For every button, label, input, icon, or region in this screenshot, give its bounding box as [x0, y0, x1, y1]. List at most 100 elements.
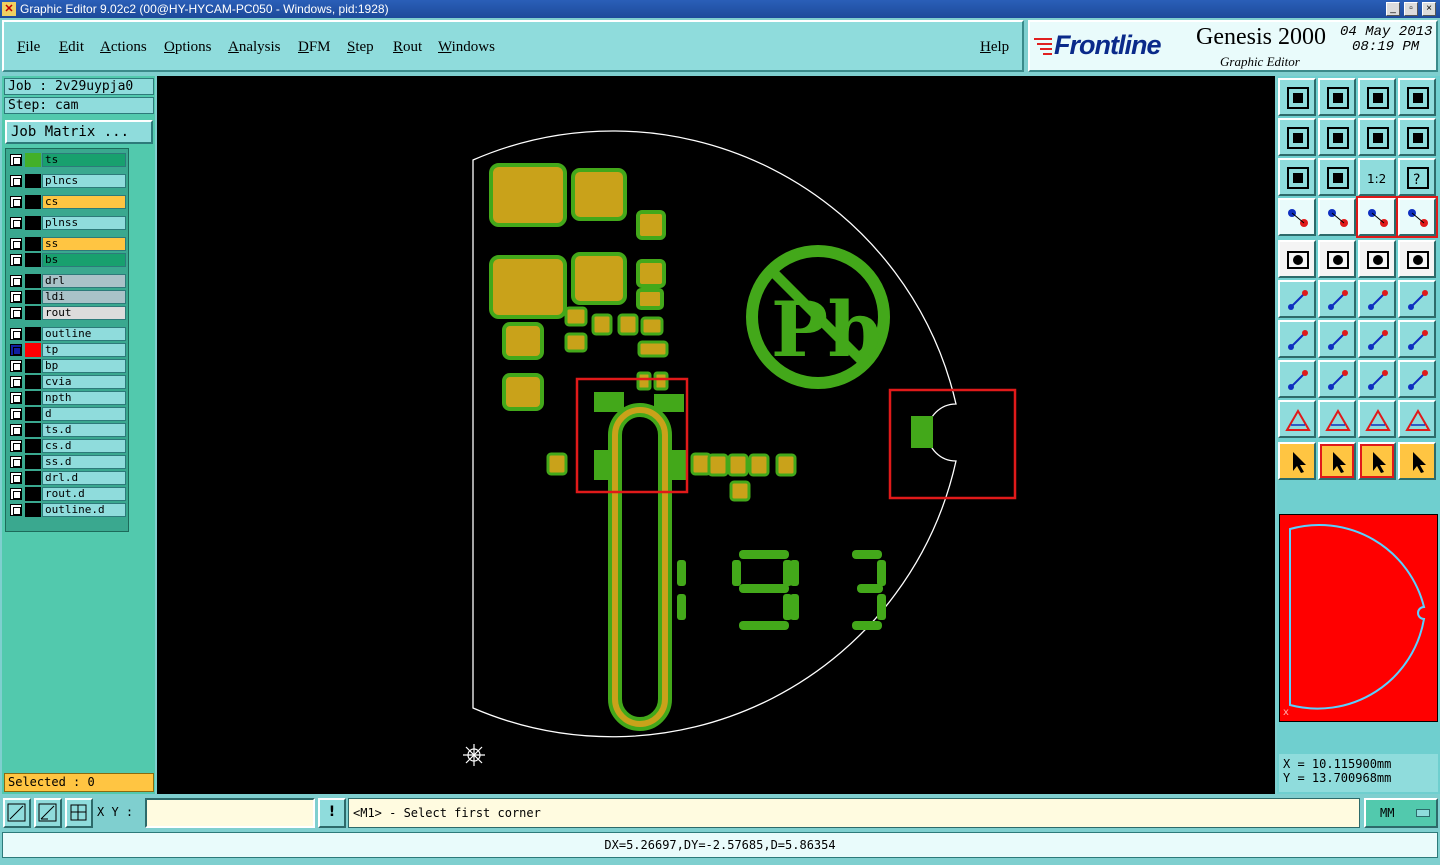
overview-map[interactable]: x — [1279, 514, 1438, 722]
layer-name[interactable]: rout — [42, 306, 126, 320]
layer-row-bp[interactable]: bp — [8, 359, 128, 373]
measure-button[interactable] — [34, 798, 62, 828]
menu-step[interactable]: Step — [347, 39, 374, 56]
layer-checkbox[interactable] — [10, 392, 22, 404]
pointer-net-button[interactable] — [1398, 442, 1436, 480]
snap-button[interactable] — [1318, 198, 1356, 236]
close-button[interactable]: × — [1422, 2, 1436, 16]
stack-button[interactable] — [1398, 360, 1436, 398]
layer-row-rout-d[interactable]: rout.d — [8, 487, 128, 501]
menu-analysis[interactable]: Analysis — [228, 39, 281, 56]
layer-name[interactable]: tp — [42, 343, 126, 357]
layer-checkbox[interactable] — [10, 307, 22, 319]
layer-checkbox[interactable] — [10, 408, 22, 420]
open-job-button[interactable] — [1278, 78, 1316, 116]
layer-checkbox[interactable] — [10, 275, 22, 287]
layer-name[interactable]: ldi — [42, 290, 126, 304]
layer-name[interactable]: cvia — [42, 375, 126, 389]
arch-cross-button[interactable] — [1398, 400, 1436, 438]
layer-checkbox[interactable] — [10, 440, 22, 452]
layer-name[interactable]: outline.d — [42, 503, 126, 517]
zoom-area-button[interactable] — [3, 798, 31, 828]
layer-name[interactable]: cs — [42, 195, 126, 209]
resize-button[interactable] — [1358, 360, 1396, 398]
graphic-canvas[interactable]: Pb — [157, 76, 1275, 794]
menu-file[interactable]: File — [17, 39, 40, 56]
execute-button[interactable]: ! — [318, 798, 346, 828]
pointer-select-button[interactable] — [1358, 442, 1396, 480]
layer-row-outline[interactable]: outline — [8, 327, 128, 341]
net-highlight-button[interactable] — [1396, 196, 1438, 238]
layer-name[interactable]: plnss — [42, 216, 126, 230]
menu-dfm[interactable]: DFM — [298, 39, 331, 56]
layer-row-ss[interactable]: ss — [8, 237, 128, 251]
move-button[interactable] — [1358, 280, 1396, 318]
layer-checkbox[interactable] — [10, 424, 22, 436]
layer-checkbox[interactable] — [10, 291, 22, 303]
line-button[interactable] — [1318, 320, 1356, 358]
menu-edit[interactable]: Edit — [59, 39, 84, 56]
layer-checkbox[interactable] — [10, 344, 22, 356]
layer-name[interactable]: ts — [42, 153, 126, 167]
layer-row-rout[interactable]: rout — [8, 306, 128, 320]
layer-row-cs[interactable]: cs — [8, 195, 128, 209]
layer-name[interactable]: ts.d — [42, 423, 126, 437]
pointer-button[interactable] — [1278, 442, 1316, 480]
layer-checkbox[interactable] — [10, 196, 22, 208]
maximize-button[interactable]: ▫ — [1404, 2, 1418, 16]
menu-windows[interactable]: Windows — [438, 39, 495, 56]
save-button[interactable] — [1318, 78, 1356, 116]
layer-name[interactable]: ss — [42, 237, 126, 251]
layer-name[interactable]: ss.d — [42, 455, 126, 469]
layer-name[interactable]: cs.d — [42, 439, 126, 453]
menu-actions[interactable]: Actions — [100, 39, 147, 56]
layer-checkbox[interactable] — [10, 504, 22, 516]
layer-checkbox[interactable] — [10, 472, 22, 484]
arc-button[interactable] — [1358, 320, 1396, 358]
next-step-button[interactable] — [1318, 118, 1356, 156]
undo-button[interactable] — [1358, 118, 1396, 156]
layer-checkbox[interactable] — [10, 217, 22, 229]
layer-checkbox[interactable] — [10, 254, 22, 266]
layer-row-ldi[interactable]: ldi — [8, 290, 128, 304]
grid-button[interactable] — [65, 798, 93, 828]
layer-row-ts-d[interactable]: ts.d — [8, 423, 128, 437]
redo-button[interactable] — [1398, 118, 1436, 156]
dotted-circle-button[interactable] — [1398, 240, 1436, 278]
pad-button[interactable] — [1278, 360, 1316, 398]
layer-row-ts[interactable]: ts — [8, 153, 128, 167]
layer-checkbox[interactable] — [10, 488, 22, 500]
layer-name[interactable]: outline — [42, 327, 126, 341]
angle-button[interactable] — [1278, 320, 1316, 358]
layer-checkbox[interactable] — [10, 175, 22, 187]
layer-row-npth[interactable]: npth — [8, 391, 128, 405]
xy-input[interactable] — [145, 798, 315, 828]
scale-button[interactable]: 1:2 — [1358, 158, 1396, 196]
flip-button[interactable] — [1398, 320, 1436, 358]
layer-row-bs[interactable]: bs — [8, 253, 128, 267]
minimize-button[interactable]: _ — [1386, 2, 1400, 16]
cross-button[interactable] — [1318, 280, 1356, 318]
layer-row-outline-d[interactable]: outline.d — [8, 503, 128, 517]
minus-button[interactable] — [1318, 360, 1356, 398]
layer-checkbox[interactable] — [10, 238, 22, 250]
zoom-fit-button[interactable] — [1278, 158, 1316, 196]
layer-row-drl-d[interactable]: drl.d — [8, 471, 128, 485]
home-button[interactable] — [1358, 78, 1396, 116]
layer-row-plnss[interactable]: plnss — [8, 216, 128, 230]
help-button[interactable]: ? — [1398, 158, 1436, 196]
layer-name[interactable]: rout.d — [42, 487, 126, 501]
layer-name[interactable]: d — [42, 407, 126, 421]
layer-name[interactable]: drl — [42, 274, 126, 288]
job-matrix-button[interactable]: Job Matrix ... — [5, 120, 153, 144]
layer-row-cs-d[interactable]: cs.d — [8, 439, 128, 453]
window-split-button[interactable] — [1398, 78, 1436, 116]
layer-row-plncs[interactable]: plncs — [8, 174, 128, 188]
arch-button[interactable] — [1358, 400, 1396, 438]
layer-row-d[interactable]: d — [8, 407, 128, 421]
layer-row-ss-d[interactable]: ss.d — [8, 455, 128, 469]
ruler-button[interactable] — [1358, 240, 1396, 278]
layer-name[interactable]: bp — [42, 359, 126, 373]
menu-options[interactable]: Options — [164, 39, 212, 56]
tweezers-button[interactable] — [1278, 198, 1316, 236]
